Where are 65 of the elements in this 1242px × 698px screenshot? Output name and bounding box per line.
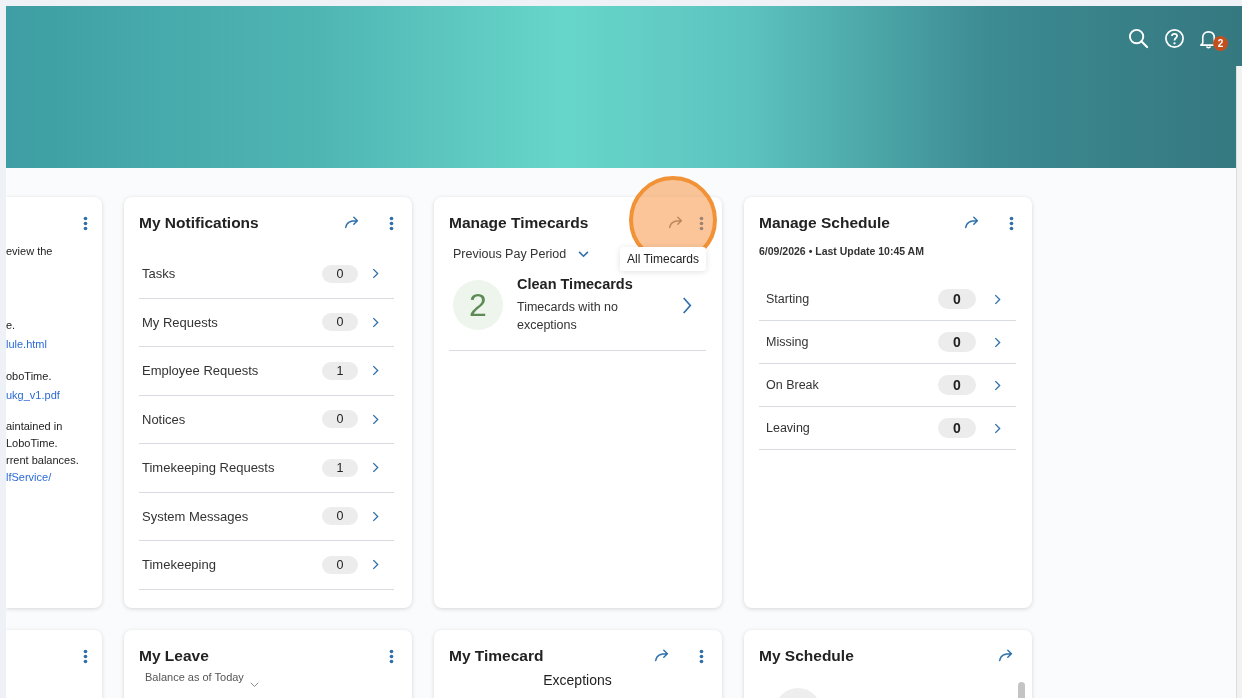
summary-description: Timecards with no exceptions <box>517 299 619 334</box>
chevron-icon <box>682 296 692 314</box>
count-badge: 0 <box>938 375 976 395</box>
item-label: On Break <box>766 378 820 392</box>
link[interactable]: lfService/ <box>6 469 90 486</box>
item-label: Employee Requests <box>142 363 260 379</box>
balance-dropdown[interactable]: Balance as of Today <box>139 671 259 683</box>
count-badge: 0 <box>322 313 358 332</box>
list-item[interactable]: Leaving 0 <box>759 407 1016 450</box>
count-badge: 0 <box>322 507 358 526</box>
count-badge: 0 <box>322 410 358 429</box>
link[interactable]: ukg_v1.pdf <box>6 386 90 405</box>
card-title: My Timecard <box>449 647 544 665</box>
list-item[interactable]: My Requests 0 <box>139 298 394 347</box>
item-label: Missing <box>766 335 810 349</box>
list-item[interactable]: System Messages 0 <box>139 492 394 541</box>
card-title: My Leave <box>139 647 209 665</box>
notifications-button[interactable]: 2 <box>1198 24 1228 52</box>
card-title: Manage Schedule <box>759 214 890 232</box>
count-badge: 1 <box>322 458 358 477</box>
list-item[interactable]: Tasks 0 <box>139 250 394 299</box>
list-item[interactable]: Starting 0 <box>759 278 1016 321</box>
caret-icon <box>249 682 259 688</box>
list-item[interactable]: Timekeeping Requests 1 <box>139 444 394 493</box>
summary-title: Clean Timecards <box>517 276 634 292</box>
item-label: My Requests <box>142 314 219 330</box>
list-item[interactable]: Timekeeping 0 <box>139 541 394 590</box>
list-item[interactable]: Notices 0 <box>139 395 394 444</box>
text-line: rrent balances. <box>6 453 80 468</box>
count-badge: 0 <box>938 418 976 438</box>
card-title: My Schedule <box>759 647 854 665</box>
count-badge: 0 <box>322 555 358 574</box>
item-label: System Messages <box>142 508 250 524</box>
caret-icon <box>578 250 590 258</box>
count-circle: 2 <box>453 280 503 330</box>
item-label: Timekeeping Requests <box>142 460 276 476</box>
list-item[interactable]: Employee Requests 1 <box>139 347 394 396</box>
count-badge: 1 <box>322 361 358 380</box>
text-line: eview the <box>6 244 54 259</box>
text-line: e. <box>6 318 17 333</box>
count-badge: 0 <box>938 289 976 309</box>
text-line: LoboTime. <box>6 436 59 451</box>
list-item[interactable]: On Break 0 <box>759 364 1016 407</box>
section-heading: Exceptions <box>542 672 613 688</box>
search-icon[interactable] <box>1126 26 1150 51</box>
card-title: Manage Timecards <box>449 214 589 232</box>
text-line: oboTime. <box>6 369 53 384</box>
notification-badge: 2 <box>1213 36 1228 51</box>
item-label: Notices <box>142 411 187 427</box>
summary-row[interactable]: 2 Clean Timecards Timecards with no exceptions <box>449 276 706 351</box>
text-line: aintained in <box>6 419 64 434</box>
card-subtitle: 6/09/2026 • Last Update 10:45 AM <box>759 245 925 257</box>
period-dropdown[interactable]: Previous Pay Period <box>449 247 590 261</box>
tooltip: All Timecards <box>620 247 707 271</box>
item-label: Timekeeping <box>142 557 217 573</box>
list-item[interactable]: Missing 0 <box>759 321 1016 364</box>
item-label: Starting <box>766 292 811 306</box>
count-badge: 0 <box>938 332 976 352</box>
item-label: Tasks <box>142 266 177 282</box>
card-title: My Notifications <box>139 214 259 232</box>
count-badge: 0 <box>322 264 358 283</box>
scrollbar[interactable] <box>1236 66 1242 698</box>
help-icon[interactable] <box>1162 26 1186 51</box>
item-label: Leaving <box>766 421 811 435</box>
link[interactable]: lule.html <box>6 335 90 354</box>
